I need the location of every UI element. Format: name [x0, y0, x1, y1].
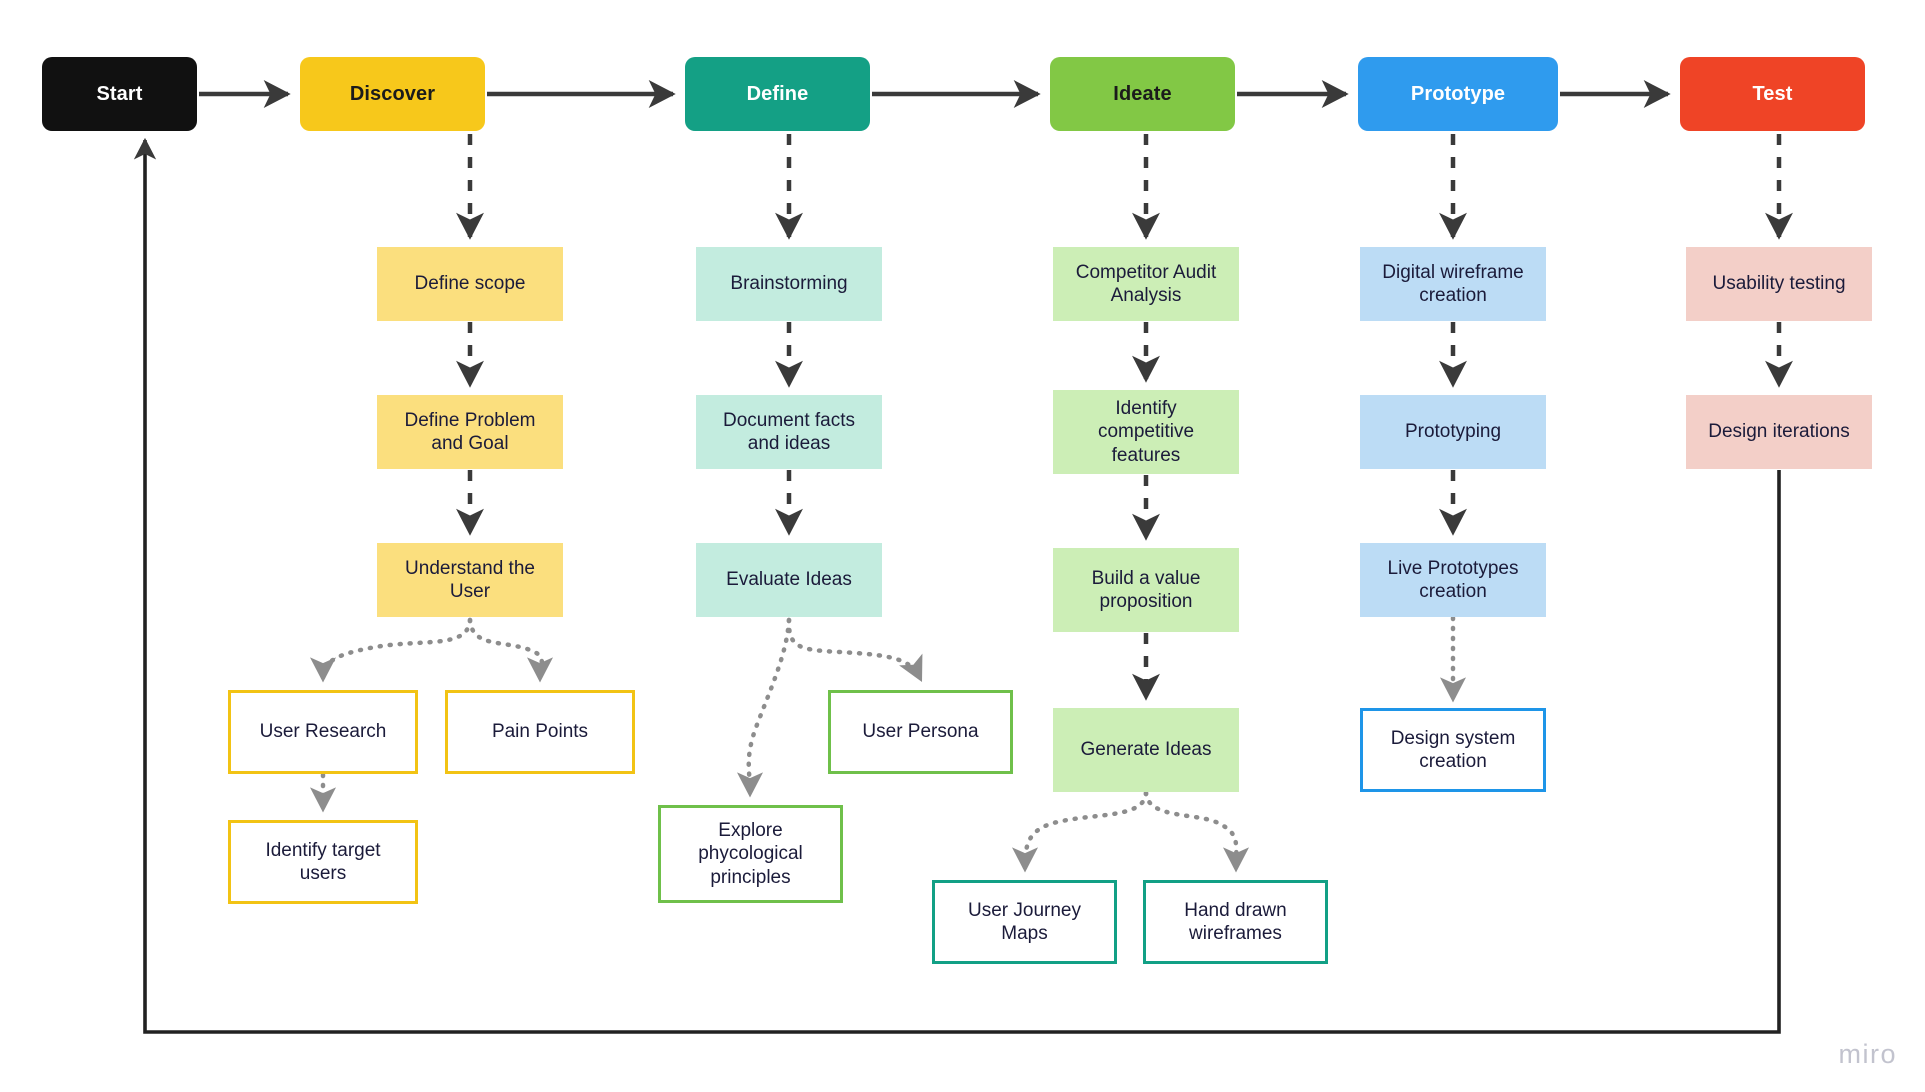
step-evaluate-ideas-label: Evaluate Ideas [726, 569, 852, 591]
step-define-problem-and-goal[interactable]: Define Problem and Goal [377, 395, 563, 469]
flowchart-canvas: Start Discover Define Ideate Prototype T… [0, 0, 1925, 1092]
stage-test[interactable]: Test [1680, 57, 1865, 131]
step-digital-wireframe-creation[interactable]: Digital wireframe creation [1360, 247, 1546, 321]
step-digital-wireframe-creation-label: Digital wireframe creation [1382, 261, 1524, 306]
step-usability-testing-label: Usability testing [1712, 273, 1846, 295]
step-brainstorming[interactable]: Brainstorming [696, 247, 882, 321]
leaf-user-research-label: User Research [259, 721, 387, 743]
leaf-user-journey-maps-label: User Journey Maps [968, 899, 1081, 944]
step-define-scope[interactable]: Define scope [377, 247, 563, 321]
ideate-branch-dotted [1011, 790, 1250, 873]
stage-start-label: Start [96, 82, 143, 105]
leaf-hand-drawn-wireframes-label: Hand drawn wireframes [1184, 899, 1287, 944]
leaf-explore-phycological-principles[interactable]: Explore phycological principles [658, 805, 843, 903]
stage-test-label: Test [1752, 82, 1793, 105]
stage-define[interactable]: Define [685, 57, 870, 131]
leaf-identify-target-users-label: Identify target users [265, 839, 381, 884]
step-competitor-audit-analysis[interactable]: Competitor Audit Analysis [1053, 247, 1239, 321]
step-document-facts-and-ideas[interactable]: Document facts and ideas [696, 395, 882, 469]
leaf-hand-drawn-wireframes[interactable]: Hand drawn wireframes [1143, 880, 1328, 964]
step-build-a-value-proposition-label: Build a value proposition [1091, 567, 1201, 612]
stage-ideate-label: Ideate [1113, 82, 1172, 105]
leaf-user-persona-label: User Persona [862, 721, 979, 743]
step-build-a-value-proposition[interactable]: Build a value proposition [1053, 548, 1239, 632]
step-evaluate-ideas[interactable]: Evaluate Ideas [696, 543, 882, 617]
step-prototyping[interactable]: Prototyping [1360, 395, 1546, 469]
step-live-prototypes-creation[interactable]: Live Prototypes creation [1360, 543, 1546, 617]
step-identify-competitive-features-label: Identify competitive features [1097, 398, 1195, 466]
step-generate-ideas[interactable]: Generate Ideas [1053, 708, 1239, 792]
stage-discover-label: Discover [349, 82, 436, 105]
stage-discover[interactable]: Discover [300, 57, 485, 131]
step-understand-the-user[interactable]: Understand the User [377, 543, 563, 617]
stage-start[interactable]: Start [42, 57, 197, 131]
leaf-user-persona[interactable]: User Persona [828, 690, 1013, 774]
step-design-iterations-label: Design iterations [1708, 421, 1850, 443]
step-define-problem-and-goal-label: Define Problem and Goal [404, 409, 536, 454]
stage-prototype-label: Prototype [1410, 82, 1506, 105]
step-live-prototypes-creation-label: Live Prototypes creation [1387, 557, 1519, 602]
step-prototyping-label: Prototyping [1404, 421, 1502, 443]
step-understand-the-user-label: Understand the User [405, 557, 535, 602]
stage-prototype[interactable]: Prototype [1358, 57, 1558, 131]
leaf-user-research[interactable]: User Research [228, 690, 418, 774]
step-design-iterations[interactable]: Design iterations [1686, 395, 1872, 469]
leaf-pain-points-label: Pain Points [491, 721, 589, 743]
step-brainstorming-label: Brainstorming [730, 273, 848, 295]
stage-ideate[interactable]: Ideate [1050, 57, 1235, 131]
step-document-facts-and-ideas-label: Document facts and ideas [723, 409, 855, 454]
step-define-scope-label: Define scope [414, 273, 526, 295]
stage-to-step-dashed [456, 134, 1793, 240]
leaf-identify-target-users[interactable]: Identify target users [228, 820, 418, 904]
leaf-pain-points[interactable]: Pain Points [445, 690, 635, 774]
leaf-design-system-creation[interactable]: Design system creation [1360, 708, 1546, 792]
discover-branch-dotted [309, 617, 554, 683]
leaf-user-journey-maps[interactable]: User Journey Maps [932, 880, 1117, 964]
stage-define-label: Define [746, 82, 809, 105]
leaf-design-system-creation-label: Design system creation [1390, 727, 1516, 772]
step-identify-competitive-features[interactable]: Identify competitive features [1053, 390, 1239, 474]
miro-watermark: miro [1838, 1039, 1897, 1069]
step-usability-testing[interactable]: Usability testing [1686, 247, 1872, 321]
step-competitor-audit-analysis-label: Competitor Audit Analysis [1075, 261, 1217, 306]
step-generate-ideas-label: Generate Ideas [1080, 739, 1212, 761]
leaf-explore-phycological-principles-label: Explore phycological principles [698, 820, 803, 888]
